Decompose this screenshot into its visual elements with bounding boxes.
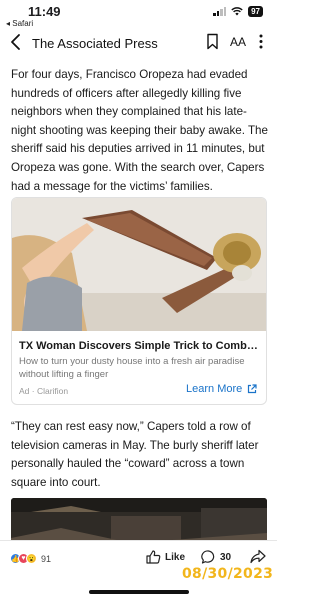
like-label: Like [165, 551, 186, 563]
like-thumb-icon [146, 550, 161, 564]
learn-more-button[interactable]: Learn More [186, 383, 257, 395]
wow-reaction-icon: 😮 [26, 553, 37, 564]
sponsored-ad-card[interactable]: TX Woman Discovers Simple Trick to Comba… [11, 197, 267, 405]
status-bar: 11:49 ◂ Safari 97 [0, 0, 277, 28]
bookmark-icon[interactable] [206, 33, 219, 50]
ad-subtext: How to turn your dusty house into a fres… [19, 356, 245, 380]
like-button[interactable]: Like [146, 550, 185, 564]
article-paragraph: “They can rest easy now,” Capers told a … [11, 420, 259, 489]
article-paragraph: For four days, Francisco Oropeza had eva… [11, 68, 268, 193]
status-icons: 97 [213, 6, 263, 17]
text-size-button[interactable]: AA [230, 35, 246, 49]
comment-bubble-icon [201, 550, 215, 564]
bottom-action-bar: 👍 ♥ 😮 91 Like 30 08/30/2023 [0, 540, 277, 599]
navigation-bar: The Associated Press AA [0, 30, 277, 56]
more-vertical-icon[interactable] [258, 33, 264, 50]
ad-headline[interactable]: TX Woman Discovers Simple Trick to Comba… [19, 340, 263, 352]
learn-more-label: Learn More [186, 383, 243, 395]
wifi-icon [231, 7, 243, 16]
battery-indicator: 97 [248, 6, 263, 17]
comment-count: 30 [220, 551, 232, 563]
reaction-count: 91 [41, 553, 52, 564]
comment-button[interactable]: 30 [201, 550, 231, 564]
share-arrow-icon[interactable] [250, 549, 266, 564]
page-title: The Associated Press [32, 36, 158, 51]
ad-image[interactable] [12, 198, 267, 331]
back-chevron-icon[interactable] [8, 32, 24, 52]
external-link-icon [248, 384, 257, 394]
cellular-signal-icon [213, 7, 227, 16]
home-indicator[interactable] [89, 590, 189, 594]
ad-sponsor-label: Ad · Clarifion [19, 386, 69, 396]
date-stamp: 08/30/2023 [182, 566, 274, 582]
status-time: 11:49 [28, 4, 61, 19]
back-to-safari-link[interactable]: ◂ Safari [6, 19, 33, 28]
reactions-summary[interactable]: 👍 ♥ 😮 91 [10, 553, 51, 564]
